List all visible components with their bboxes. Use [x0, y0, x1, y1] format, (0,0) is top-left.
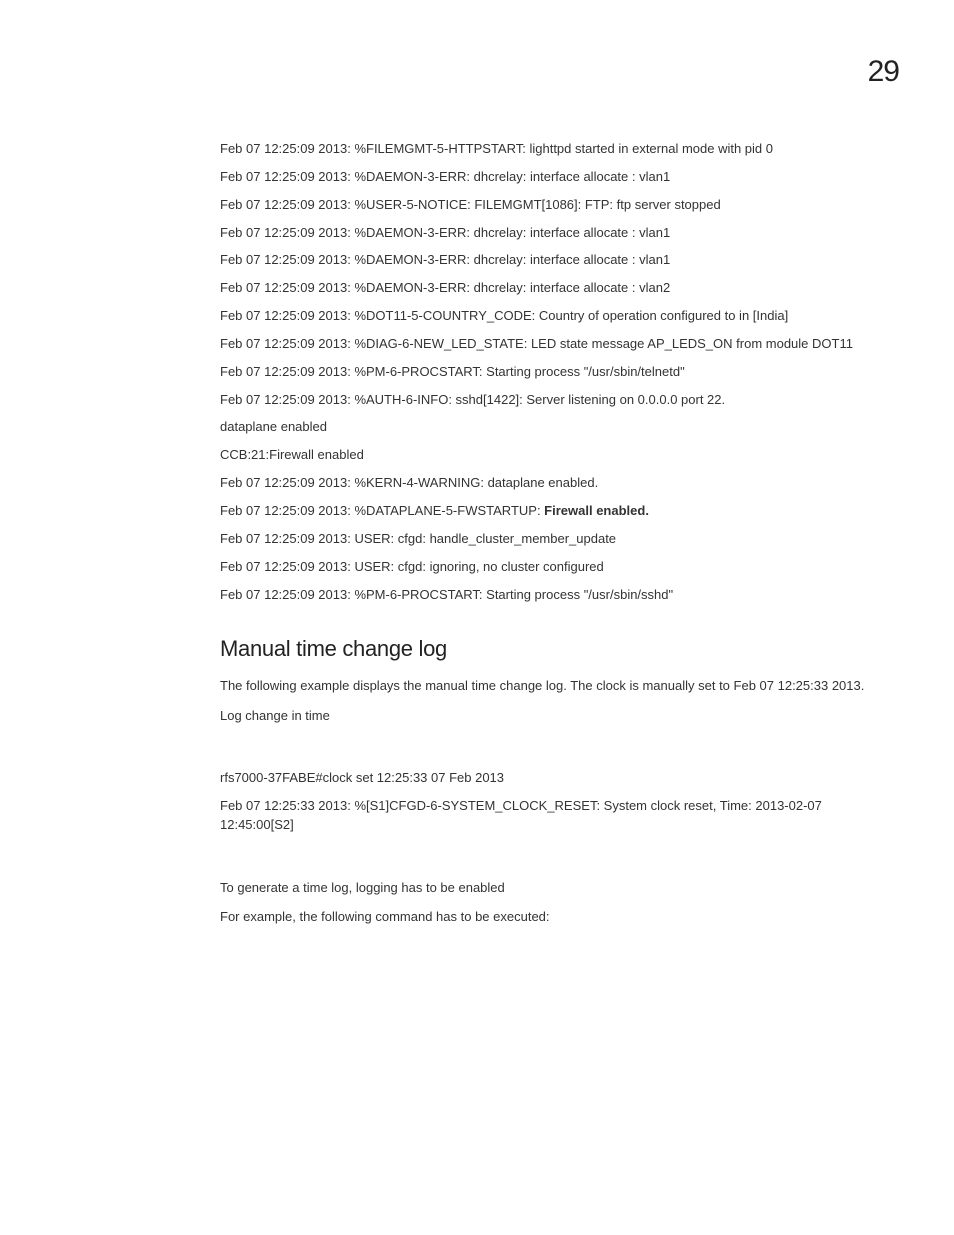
fw-bold: Firewall enabled. [544, 503, 649, 518]
log-line-firewall: Feb 07 12:25:09 2013: %DATAPLANE-5-FWSTA… [220, 502, 899, 521]
log-line: Feb 07 12:25:09 2013: USER: cfgd: ignori… [220, 558, 899, 577]
log-line: dataplane enabled [220, 418, 899, 437]
log-change-label: Log change in time [220, 706, 899, 726]
page-number: 29 [868, 55, 899, 89]
log-line: Feb 07 12:25:09 2013: %PM-6-PROCSTART: S… [220, 363, 899, 382]
clock-result: Feb 07 12:25:33 2013: %[S1]CFGD-6-SYSTEM… [220, 797, 899, 835]
log-line: Feb 07 12:25:09 2013: USER: cfgd: handle… [220, 530, 899, 549]
log-line: Feb 07 12:25:09 2013: %KERN-4-WARNING: d… [220, 474, 899, 493]
log-line: Feb 07 12:25:09 2013: %DAEMON-3-ERR: dhc… [220, 168, 899, 187]
log-line: Feb 07 12:25:09 2013: %DAEMON-3-ERR: dhc… [220, 224, 899, 243]
intro-text: The following example displays the manua… [220, 676, 899, 696]
note-text: For example, the following command has t… [220, 907, 899, 927]
log-line: Feb 07 12:25:09 2013: %DAEMON-3-ERR: dhc… [220, 279, 899, 298]
log-line: Feb 07 12:25:09 2013: %AUTH-6-INFO: sshd… [220, 391, 899, 410]
log-line: CCB:21:Firewall enabled [220, 446, 899, 465]
log-line: Feb 07 12:25:09 2013: %DIAG-6-NEW_LED_ST… [220, 335, 899, 354]
log-line: Feb 07 12:25:09 2013: %USER-5-NOTICE: FI… [220, 196, 899, 215]
section-heading: Manual time change log [220, 636, 899, 662]
log-line: Feb 07 12:25:09 2013: %DOT11-5-COUNTRY_C… [220, 307, 899, 326]
log-line: Feb 07 12:25:09 2013: %PM-6-PROCSTART: S… [220, 586, 899, 605]
note-text: To generate a time log, logging has to b… [220, 878, 899, 898]
log-line: Feb 07 12:25:09 2013: %DAEMON-3-ERR: dhc… [220, 251, 899, 270]
clock-command: rfs7000-37FABE#clock set 12:25:33 07 Feb… [220, 769, 899, 788]
log-line: Feb 07 12:25:09 2013: %FILEMGMT-5-HTTPST… [220, 140, 899, 159]
page-content: Feb 07 12:25:09 2013: %FILEMGMT-5-HTTPST… [0, 0, 954, 927]
fw-prefix: Feb 07 12:25:09 2013: %DATAPLANE-5-FWSTA… [220, 503, 544, 518]
